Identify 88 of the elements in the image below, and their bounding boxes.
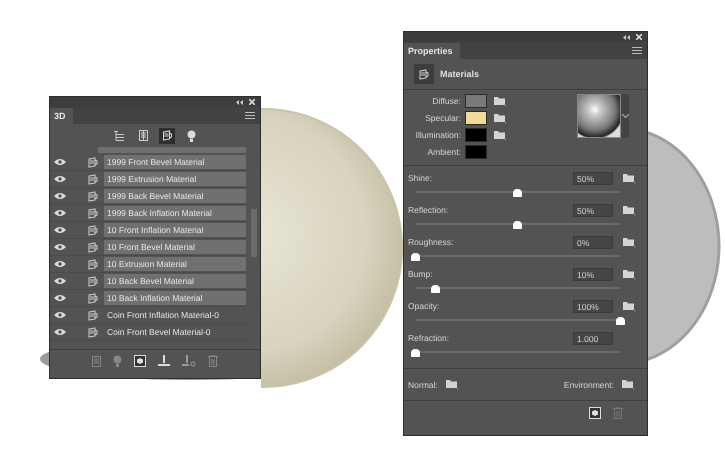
color-swatch[interactable]: [465, 145, 487, 159]
eye-icon[interactable]: [54, 311, 68, 319]
material-item[interactable]: 10 Back Inflation Material: [104, 291, 246, 305]
panel-tab[interactable]: Properties: [404, 43, 460, 59]
slider-thumb[interactable]: [431, 285, 440, 293]
slider-thumb[interactable]: [616, 317, 624, 325]
close-icon[interactable]: [249, 99, 255, 105]
value-field[interactable]: 50%: [573, 204, 613, 216]
eye-icon[interactable]: [54, 158, 68, 166]
color-swatch[interactable]: [465, 128, 487, 142]
material-item[interactable]: 10 Extrusion Material: [104, 257, 246, 271]
eye-icon[interactable]: [54, 294, 68, 302]
folder-icon[interactable]: [622, 236, 636, 248]
eye-icon[interactable]: [54, 243, 68, 251]
ground-object-icon[interactable]: [182, 355, 196, 367]
render-icon[interactable]: [134, 355, 146, 367]
eye-icon[interactable]: [54, 175, 68, 183]
value-field[interactable]: 50%: [573, 172, 613, 184]
eye-icon[interactable]: [54, 260, 68, 268]
eye-icon[interactable]: [54, 226, 68, 234]
material-item[interactable]: Coin Front Bevel Material-0: [104, 325, 246, 339]
material-icon: [88, 326, 98, 338]
material-item[interactable]: 1999 Extrusion Material: [104, 172, 246, 186]
material-item[interactable]: 10 Back Bevel Material: [104, 274, 246, 288]
slider-label: Reflection:: [408, 205, 450, 215]
slider-label: Bump:: [408, 269, 434, 279]
eye-icon[interactable]: [54, 328, 68, 336]
swatch-label: Illumination:: [414, 130, 461, 140]
material-filter-icon[interactable]: [159, 128, 175, 144]
slider-label: Refraction:: [408, 333, 450, 343]
value-field[interactable]: 100%: [573, 300, 613, 312]
color-swatch[interactable]: [465, 94, 487, 108]
folder-icon[interactable]: [622, 204, 636, 216]
folder-icon[interactable]: [494, 112, 507, 124]
slider-label: Opacity:: [408, 301, 440, 311]
menu-icon[interactable]: [632, 47, 642, 54]
material-icon: [88, 208, 98, 218]
material-item[interactable]: Coin Front Inflation Material-0: [104, 308, 246, 322]
swatch-label: Ambient:: [426, 147, 461, 157]
slider-label: Roughness:: [408, 237, 454, 247]
folder-icon[interactable]: [622, 172, 636, 184]
sphere-preview[interactable]: [577, 94, 621, 138]
material-icon: [88, 258, 98, 270]
eye-icon[interactable]: [54, 209, 68, 217]
value-field[interactable]: 0%: [573, 236, 613, 248]
slider-thumb[interactable]: [513, 221, 522, 229]
map-label: Environment:: [564, 380, 614, 390]
swatch-label: Specular:: [424, 113, 461, 123]
material-item[interactable]: 10 Front Bevel Material: [104, 240, 246, 254]
folder-icon[interactable]: [494, 96, 507, 106]
material-icon: [88, 292, 98, 304]
slider-thumb[interactable]: [410, 253, 420, 261]
material-icon: [414, 64, 434, 84]
material-icon: [88, 310, 98, 320]
slider-thumb[interactable]: [410, 349, 420, 357]
folder-icon[interactable]: [622, 300, 636, 312]
material-item[interactable]: 10 Front Inflation Material: [104, 223, 246, 237]
panel-tab[interactable]: 3D: [50, 108, 73, 124]
material-icon: [88, 224, 98, 236]
material-icon: [88, 276, 98, 286]
eye-icon[interactable]: [54, 277, 68, 285]
ground-icon[interactable]: [158, 355, 170, 367]
map-label: Normal:: [408, 380, 438, 390]
material-item[interactable]: 1999 Front Bevel Material: [104, 155, 246, 169]
value-field[interactable]: 1.000: [573, 332, 613, 344]
slider-label: Shine:: [408, 173, 434, 183]
color-swatch[interactable]: [465, 111, 487, 125]
material-item[interactable]: 1999 Back Inflation Material: [104, 206, 246, 220]
folder-icon[interactable]: [494, 130, 507, 140]
collapse-icon[interactable]: [236, 100, 243, 104]
material-icon: [88, 156, 98, 168]
folder-icon[interactable]: [622, 379, 635, 390]
section-title: Materials: [440, 69, 480, 79]
material-icon: [88, 242, 98, 252]
menu-icon[interactable]: [245, 112, 255, 119]
dropdown-caret-icon[interactable]: [621, 94, 629, 138]
swatch-label: Diffuse:: [431, 96, 461, 106]
material-icon: [88, 174, 98, 184]
folder-icon[interactable]: [446, 379, 459, 390]
eye-icon[interactable]: [54, 192, 68, 200]
render-icon[interactable]: [589, 407, 601, 419]
slider-thumb[interactable]: [513, 189, 522, 197]
folder-icon[interactable]: [622, 268, 636, 280]
material-item[interactable]: 1999 Back Bevel Material: [104, 189, 246, 203]
close-icon[interactable]: [636, 34, 642, 40]
value-field[interactable]: 10%: [573, 268, 613, 280]
collapse-icon[interactable]: [623, 34, 630, 40]
material-icon: [88, 190, 98, 202]
